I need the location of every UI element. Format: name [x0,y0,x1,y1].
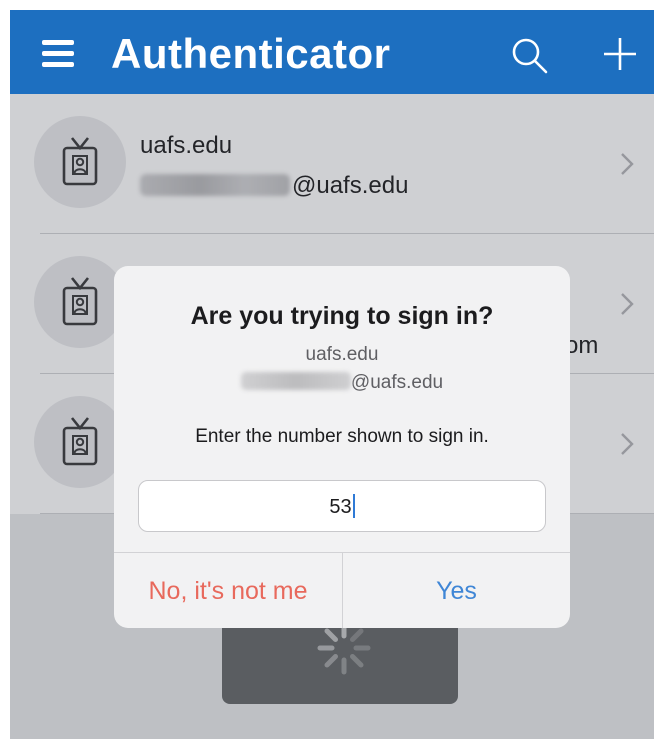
loading-spinner-icon [317,621,371,675]
search-icon[interactable] [510,36,550,76]
hamburger-menu-icon[interactable] [42,40,74,68]
text-caret [352,494,355,518]
sign-in-approval-dialog: Are you trying to sign in? uafs.edu @uaf… [114,266,570,628]
authenticator-screen: Authenticator uafs.edu @uafs.edu om Are … [10,10,654,739]
app-title: Authenticator [111,30,391,77]
dialog-prompt: Enter the number shown to sign in. [195,426,489,447]
dialog-email: @uafs.edu [114,372,570,394]
plus-icon[interactable] [602,36,638,72]
dialog-title: Are you trying to sign in? [190,302,494,330]
redacted-username [240,372,351,390]
top-navbar: Authenticator [10,10,654,94]
number-input[interactable]: 53 [138,480,546,532]
deny-button[interactable]: No, it's not me [114,553,342,628]
approve-button[interactable]: Yes [342,553,570,628]
dialog-email-suffix: @uafs.edu [350,372,444,393]
dialog-button-row: No, it's not me Yes [114,552,570,628]
number-value-text: 53 [329,496,352,518]
number-input-value: 53 [139,494,545,519]
dialog-domain: uafs.edu [305,344,379,365]
